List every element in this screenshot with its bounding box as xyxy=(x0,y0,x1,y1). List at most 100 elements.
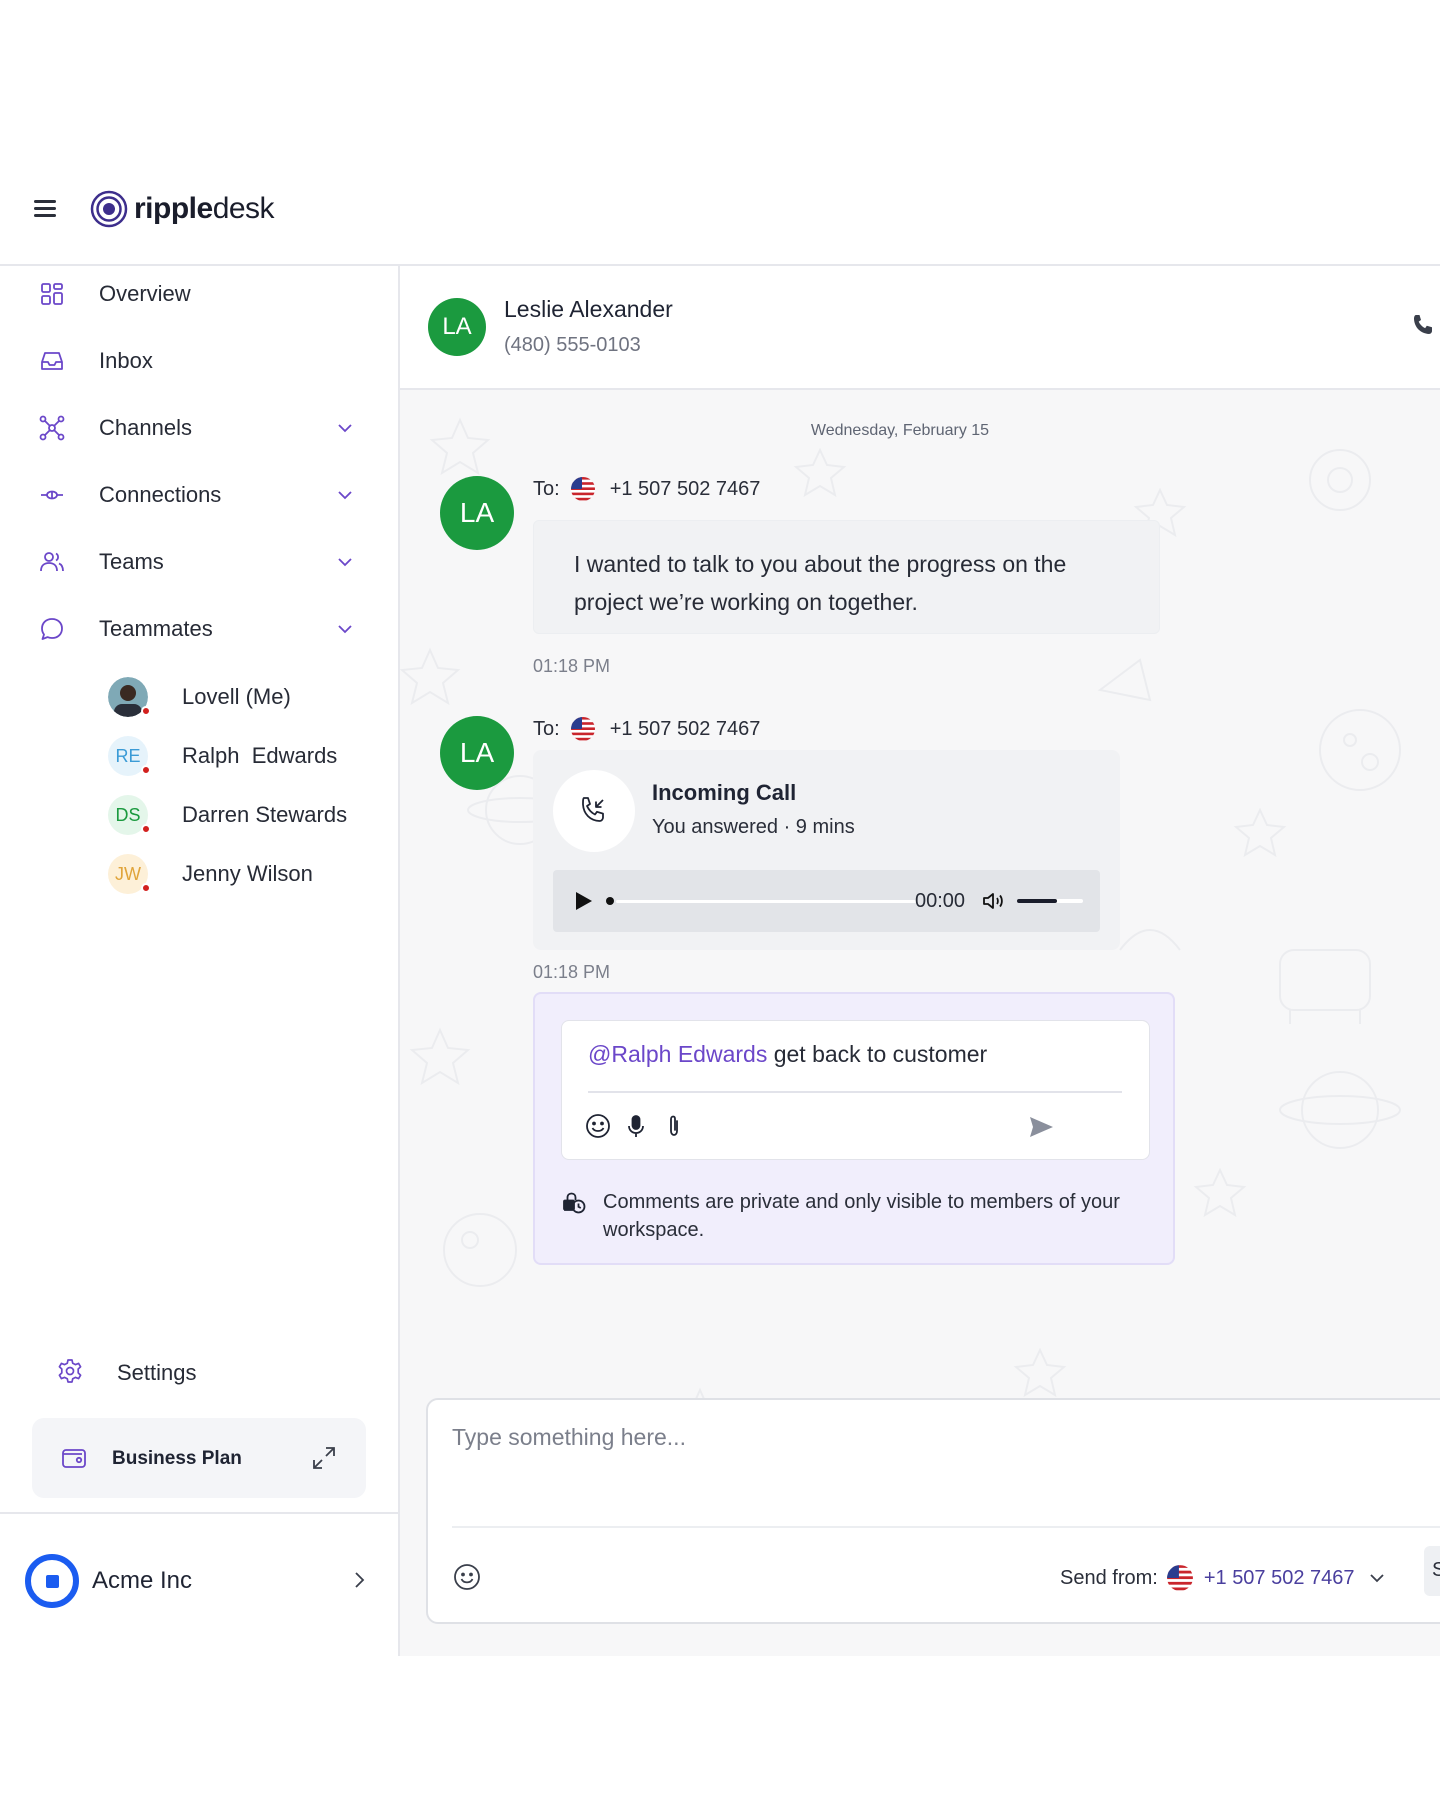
call-subtitle: You answered · 9 mins xyxy=(652,816,855,838)
us-flag-icon xyxy=(570,717,595,741)
status-dot xyxy=(141,883,151,893)
sidebar: Overview Inbox Channels Connections Team… xyxy=(0,266,400,1656)
sidebar-item-label: Inbox xyxy=(99,348,153,373)
sidebar-item-label: Overview xyxy=(99,281,191,306)
phone-icon[interactable] xyxy=(1410,312,1436,338)
contact-name: Leslie Alexander xyxy=(504,296,673,322)
chevron-down-icon[interactable] xyxy=(334,417,356,439)
message-thread: Wednesday, February 15 LA To: +1 507 502… xyxy=(400,390,1440,1656)
status-dot xyxy=(141,824,151,834)
teammate-name: Jenny Wilson xyxy=(182,861,313,886)
top-bar: rippledesk xyxy=(0,150,1440,266)
teammate-item-jenny[interactable]: JW Jenny Wilson xyxy=(0,849,400,899)
divider xyxy=(588,1091,1122,1093)
chat-bubble-icon xyxy=(41,618,63,640)
sidebar-item-settings[interactable]: Settings xyxy=(0,1344,400,1400)
attachment-icon[interactable] xyxy=(660,1112,688,1140)
message-bubble: I wanted to talk to you about the progre… xyxy=(533,520,1160,634)
sidebar-item-connections[interactable]: Connections xyxy=(0,467,400,523)
to-number: +1 507 502 7467 xyxy=(609,477,761,500)
conversation-panel: LA Leslie Alexander (480) 555-0103 Wedne… xyxy=(400,266,1440,1656)
send-from-selector[interactable]: Send from: +1 507 502 7467 xyxy=(1060,1564,1387,1592)
network-icon xyxy=(39,415,65,441)
app-window: rippledesk Overview Inbox Channels Conne… xyxy=(0,0,1440,1800)
comment-body: get back to customer xyxy=(767,1041,988,1067)
teammate-item-darren[interactable]: DS Darren Stewards xyxy=(0,790,400,840)
expand-icon[interactable] xyxy=(310,1444,338,1472)
sender-avatar[interactable]: LA xyxy=(440,716,514,790)
chevron-right-icon xyxy=(355,1572,365,1588)
sidebar-item-inbox[interactable]: Inbox xyxy=(0,333,400,389)
contact-phone: (480) 555-0103 xyxy=(504,334,641,356)
message-composer: Send from: +1 507 502 7467 S xyxy=(426,1398,1440,1624)
send-from-label: Send from: xyxy=(1060,1566,1158,1589)
emoji-icon[interactable] xyxy=(584,1112,612,1140)
mention-tag[interactable]: @Ralph Edwards xyxy=(588,1041,767,1067)
org-logo xyxy=(25,1554,79,1608)
us-flag-icon xyxy=(1166,1565,1193,1591)
teammate-name: Darren Stewards xyxy=(182,802,348,827)
org-name: Acme Inc xyxy=(92,1567,193,1594)
call-card: Incoming Call You answered · 9 mins 00:0… xyxy=(533,750,1120,950)
teammate-name: Lovell (Me) xyxy=(182,684,291,709)
sidebar-item-channels[interactable]: Channels xyxy=(0,400,400,456)
menu-icon[interactable] xyxy=(34,200,58,218)
send-icon[interactable] xyxy=(1026,1112,1056,1142)
send-from-number: +1 507 502 7467 xyxy=(1203,1566,1355,1589)
chevron-down-icon[interactable] xyxy=(334,484,356,506)
emoji-icon[interactable] xyxy=(452,1562,482,1592)
to-label: To: xyxy=(533,717,560,740)
send-button[interactable]: S xyxy=(1424,1546,1440,1596)
status-dot xyxy=(141,706,151,716)
sidebar-item-label: Teammates xyxy=(99,616,213,641)
sender-avatar[interactable]: LA xyxy=(440,476,514,550)
progress-track[interactable] xyxy=(616,900,916,903)
date-separator: Wednesday, February 15 xyxy=(810,422,990,439)
sidebar-item-overview[interactable]: Overview xyxy=(0,266,400,322)
to-label: To: xyxy=(533,477,560,500)
volume-icon[interactable] xyxy=(981,889,1007,913)
sidebar-item-teams[interactable]: Teams xyxy=(0,534,400,590)
ripple-logo-icon xyxy=(90,190,128,228)
gear-icon xyxy=(58,1359,82,1383)
organization-switcher[interactable]: Acme Inc xyxy=(0,1512,400,1656)
contact-header: LA Leslie Alexander (480) 555-0103 xyxy=(400,266,1440,390)
teammate-item-ralph[interactable]: RE Ralph Edwards xyxy=(0,731,400,781)
teammate-item-lovell[interactable]: Lovell (Me) xyxy=(0,672,400,722)
teammate-name: Ralph Edwards xyxy=(182,743,338,768)
incoming-call-icon xyxy=(582,797,604,822)
inbox-icon xyxy=(41,352,63,370)
status-dot xyxy=(141,765,151,775)
sidebar-item-teammates[interactable]: Teammates xyxy=(0,601,400,657)
grid-icon xyxy=(41,283,63,305)
microphone-icon[interactable] xyxy=(622,1112,650,1140)
private-lock-icon xyxy=(563,1192,586,1214)
contact-avatar[interactable]: LA xyxy=(428,298,486,356)
message-input[interactable] xyxy=(452,1424,1432,1524)
privacy-note: Comments are private and only visible to… xyxy=(603,1191,1120,1241)
sidebar-item-label: Teams xyxy=(99,549,164,574)
chevron-down-icon xyxy=(1369,1574,1384,1583)
play-icon[interactable] xyxy=(571,889,595,913)
progress-handle[interactable] xyxy=(606,897,614,905)
logo-text: rippledesk xyxy=(134,192,275,225)
volume-fill xyxy=(1017,899,1057,903)
wallet-icon xyxy=(62,1449,86,1468)
message-time: 01:18 PM xyxy=(533,962,611,982)
users-icon xyxy=(40,552,64,572)
message-time: 01:18 PM xyxy=(533,656,611,676)
audio-player: 00:00 xyxy=(553,870,1100,932)
call-title: Incoming Call xyxy=(652,780,797,805)
sidebar-item-label: Channels xyxy=(99,415,192,440)
comment-editor[interactable]: @Ralph Edwards get back to customer xyxy=(561,1020,1150,1160)
player-time: 00:00 xyxy=(915,890,966,912)
chevron-down-icon[interactable] xyxy=(334,618,356,640)
connection-icon xyxy=(41,490,63,500)
plan-label: Business Plan xyxy=(112,1448,242,1469)
app-logo[interactable]: rippledesk xyxy=(90,190,275,228)
comment-text[interactable]: @Ralph Edwards get back to customer xyxy=(588,1041,987,1068)
volume-slider[interactable] xyxy=(1017,899,1083,903)
chevron-down-icon[interactable] xyxy=(334,551,356,573)
business-plan-card[interactable]: Business Plan xyxy=(32,1418,366,1498)
us-flag-icon xyxy=(570,477,595,501)
